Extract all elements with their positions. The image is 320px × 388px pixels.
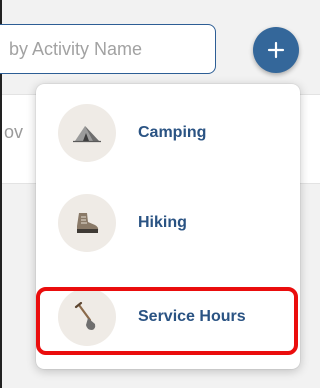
hiking-icon-circle [58,194,116,252]
add-activity-button[interactable] [253,27,299,73]
menu-item-label: Camping [138,124,207,141]
camping-icon-circle [58,104,116,162]
activity-type-menu: Camping Hiking Service Hours [36,84,300,369]
hiking-boot-icon [77,213,99,233]
menu-item-hiking[interactable]: Hiking [36,178,300,268]
shovel-icon [74,302,96,330]
tent-icon [73,126,101,143]
background-card-partial-text: ov [4,122,24,142]
menu-item-label: Hiking [138,214,187,231]
service-hours-icon-circle [58,288,116,346]
menu-item-service-hours[interactable]: Service Hours [36,272,300,362]
menu-item-camping[interactable]: Camping [36,88,300,178]
search-input[interactable] [0,24,216,74]
menu-item-label: Service Hours [138,308,246,325]
plus-icon [267,41,285,59]
